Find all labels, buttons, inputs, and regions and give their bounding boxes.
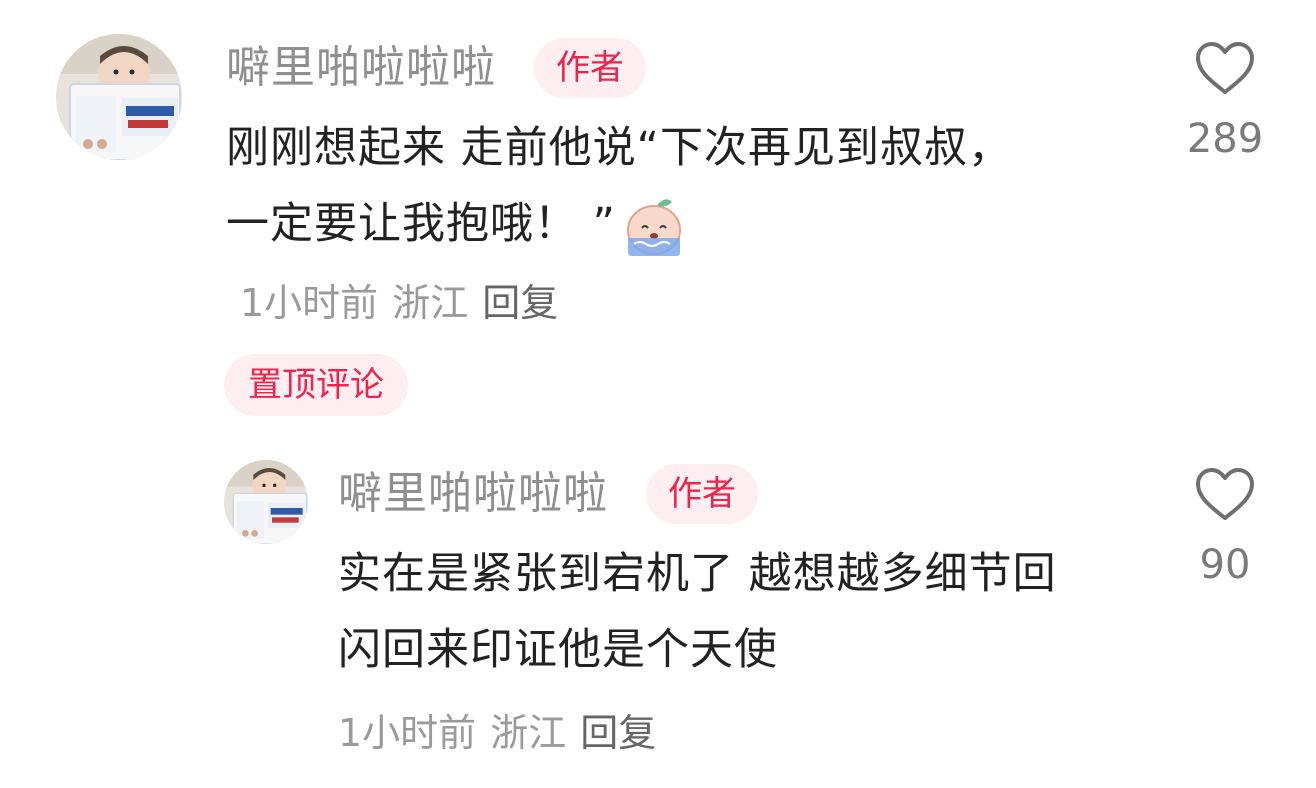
like-button[interactable]: 289 bbox=[1180, 40, 1270, 164]
comment-time: 1小时前 bbox=[240, 281, 379, 325]
comment-thread: 噼里啪啦啦啦 作者 刚刚想起来 走前他说“下次再见到叔叔， 一定要让我抱哦！ ”… bbox=[0, 0, 1316, 788]
like-count: 289 bbox=[1186, 116, 1264, 162]
crying-peach-emoji-icon bbox=[620, 194, 686, 260]
reply-like-count: 90 bbox=[1199, 542, 1251, 588]
reply-author-name[interactable]: 噼里啪啦啦啦 bbox=[338, 466, 608, 522]
reply-text-line-2: 闪回来印证他是个天使 bbox=[338, 625, 778, 675]
reply-location: 浙江 bbox=[490, 711, 567, 755]
reply-time: 1小时前 bbox=[338, 711, 477, 755]
pinned-comment-badge: 置顶评论 bbox=[224, 354, 408, 416]
avatar[interactable] bbox=[56, 34, 182, 160]
reply-author-badge: 作者 bbox=[646, 464, 758, 524]
author-badge: 作者 bbox=[534, 38, 646, 98]
reply-like-button[interactable]: 90 bbox=[1180, 466, 1270, 590]
heart-outline-icon[interactable] bbox=[1194, 466, 1256, 522]
baby-reading-avatar-image bbox=[224, 460, 308, 544]
reply-reply-button[interactable]: 回复 bbox=[580, 711, 656, 755]
comment-text-line-2-text: 一定要让我抱哦！ ” bbox=[226, 199, 616, 249]
reply-avatar[interactable] bbox=[224, 460, 308, 544]
comment-meta: 1小时前 浙江 回复 bbox=[240, 278, 572, 328]
reply-meta: 1小时前 浙江 回复 bbox=[338, 708, 670, 758]
reply-button[interactable]: 回复 bbox=[482, 281, 558, 325]
heart-outline-icon[interactable] bbox=[1194, 40, 1256, 96]
reply-text-line-1: 实在是紧张到宕机了 越想越多细节回 bbox=[338, 549, 1057, 599]
comment-text-line-2: 一定要让我抱哦！ ” bbox=[226, 186, 686, 262]
comment-location: 浙江 bbox=[392, 281, 469, 325]
baby-reading-avatar-image bbox=[56, 34, 182, 160]
comment-text-line-1: 刚刚想起来 走前他说“下次再见到叔叔， bbox=[226, 123, 1012, 173]
comment-author-name[interactable]: 噼里啪啦啦啦 bbox=[226, 40, 496, 96]
